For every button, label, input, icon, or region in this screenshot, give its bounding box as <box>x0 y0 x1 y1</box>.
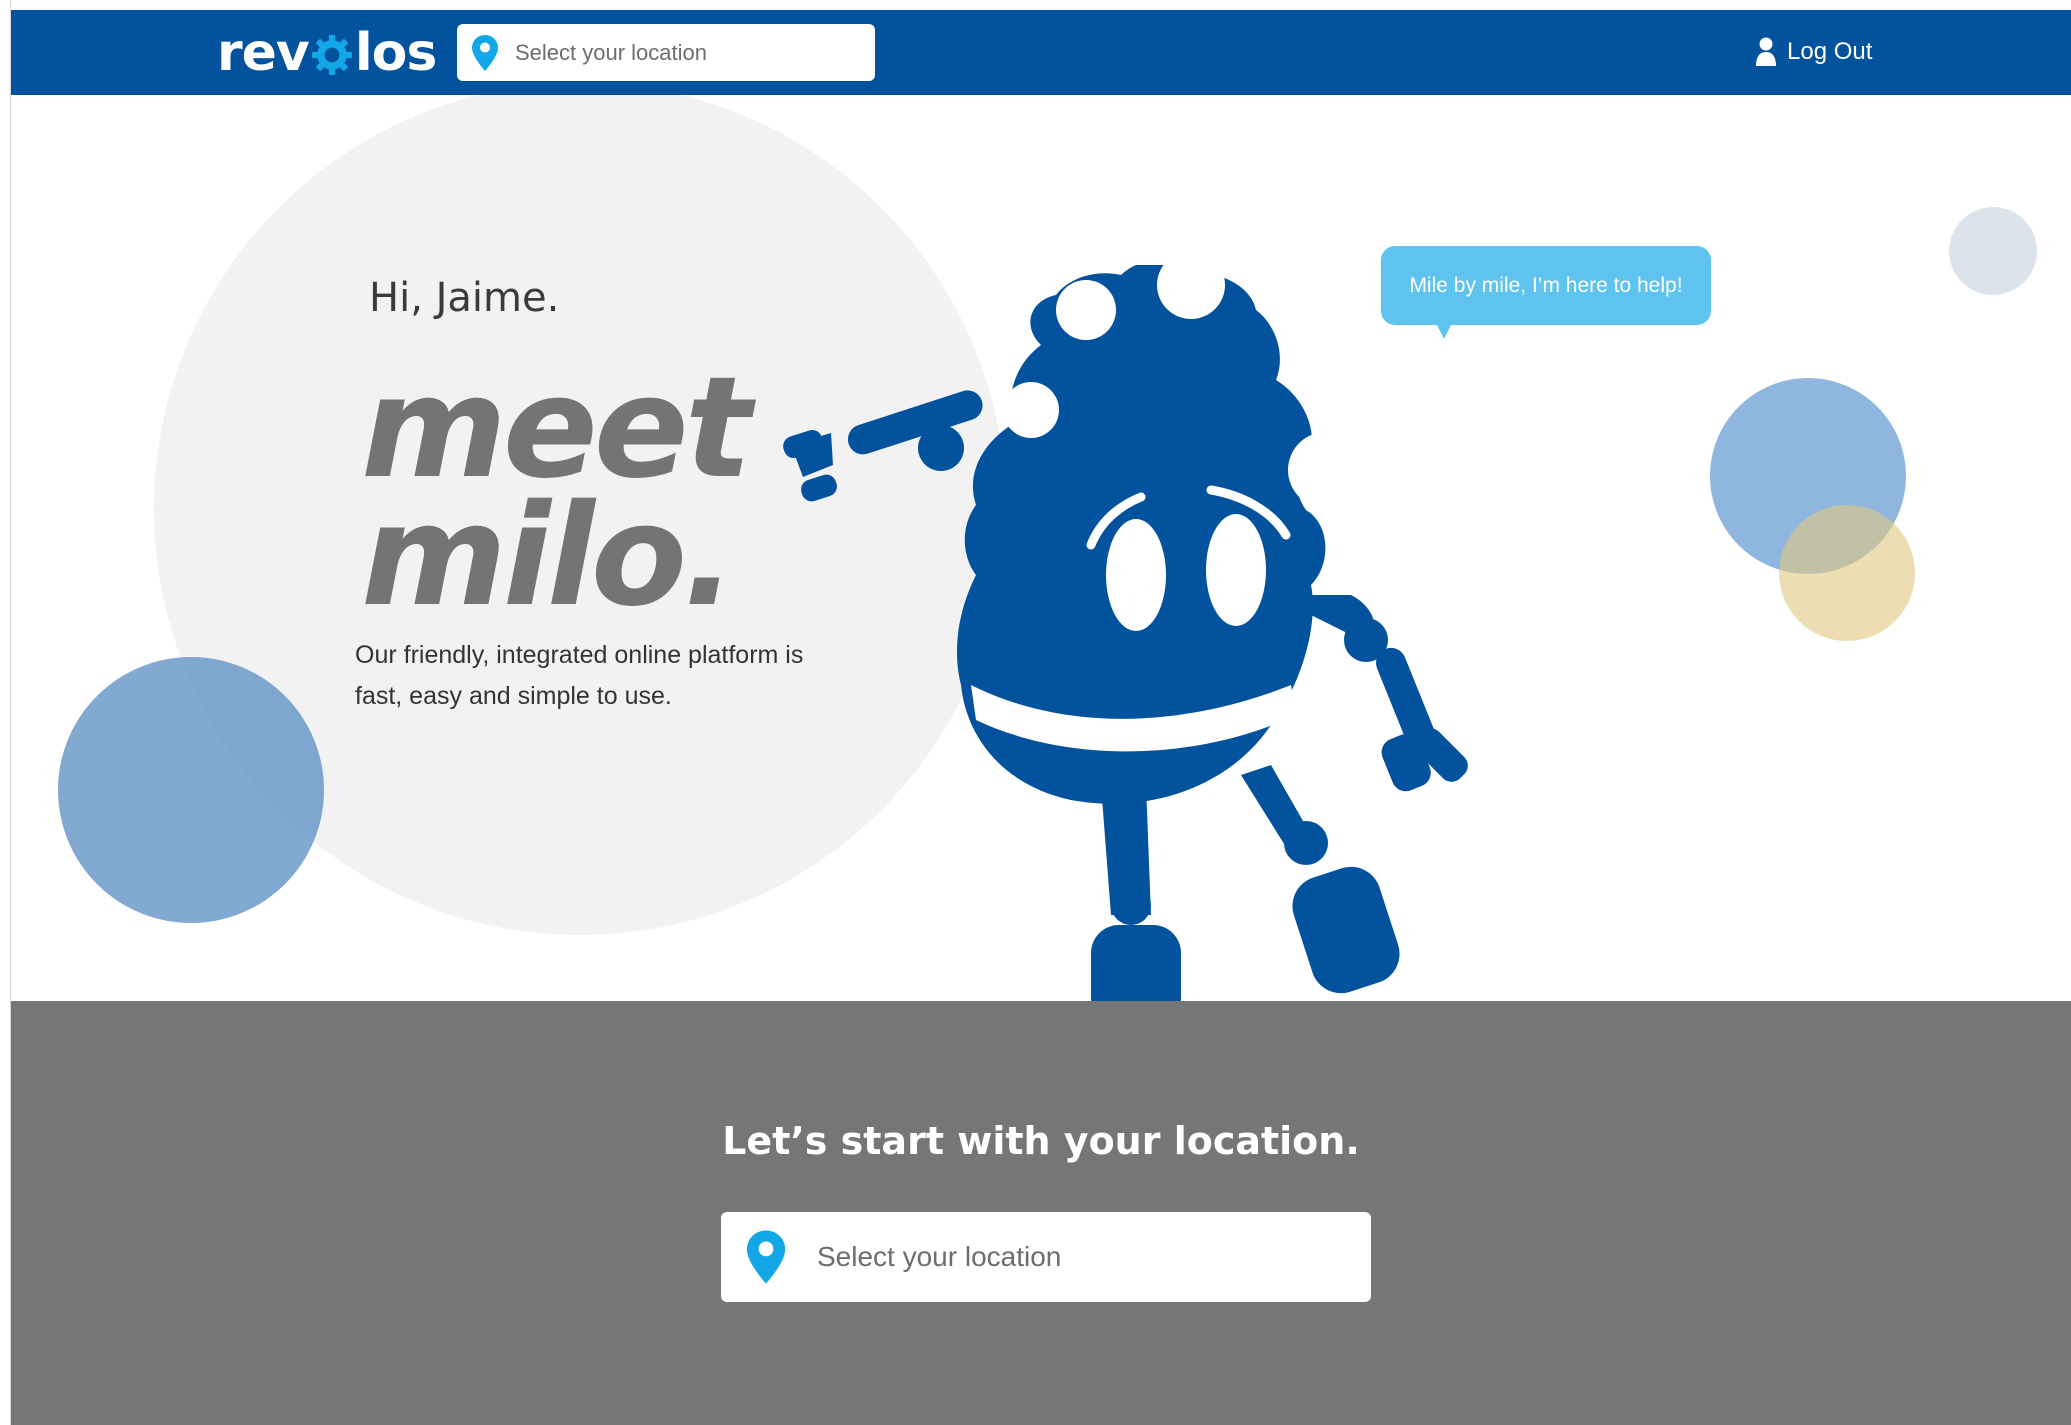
location-section: Let’s start with your location. <box>11 1001 2071 1425</box>
header-location-input[interactable] <box>513 38 837 67</box>
map-pin-icon <box>472 34 498 71</box>
main-location-search[interactable] <box>721 1212 1371 1302</box>
logout-button[interactable]: Log Out <box>1755 32 1872 72</box>
decorative-circle-gold <box>1779 505 1915 641</box>
user-icon <box>1756 37 1776 66</box>
page-edge <box>0 0 11 1425</box>
logo-text-los: los <box>354 23 437 83</box>
gear-icon <box>311 35 352 75</box>
milo-mascot-illustration <box>783 265 1468 1001</box>
hero-headline: meet milo. <box>361 347 752 638</box>
map-pin-icon <box>746 1230 786 1284</box>
headline-line-2: milo. <box>361 475 736 638</box>
location-section-title: Let’s start with your location. <box>722 1119 1360 1163</box>
main-location-input[interactable] <box>815 1240 1339 1274</box>
top-nav-bar: rev los Select your location Log Out <box>11 10 2071 95</box>
app-page: rev los Select your location Log Out Hi,… <box>11 10 2071 1425</box>
greeting-text: Hi, Jaime. <box>369 275 560 321</box>
logout-label: Log Out <box>1787 38 1873 65</box>
logo-text-rev: rev <box>217 23 310 83</box>
header-location-search[interactable] <box>457 24 875 81</box>
decorative-circle-pale <box>1949 207 2037 295</box>
revolos-logo[interactable]: rev los <box>217 23 437 83</box>
headline-line-1: meet <box>361 347 752 510</box>
decorative-circle-blue-left <box>58 657 324 923</box>
hero-section: Hi, Jaime. meet milo. Our friendly, inte… <box>11 95 2071 1001</box>
